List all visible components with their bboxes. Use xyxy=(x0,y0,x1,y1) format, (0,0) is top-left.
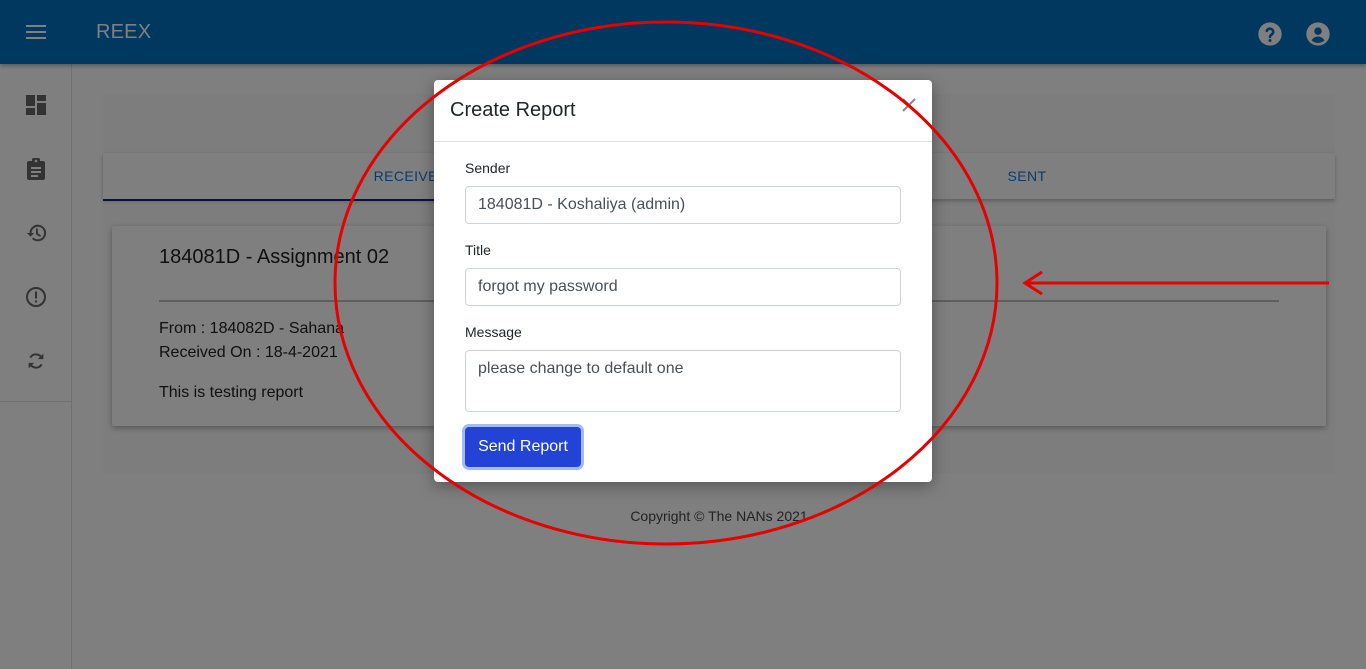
close-icon[interactable] xyxy=(898,94,920,116)
modal-title: Create Report xyxy=(450,99,576,121)
sender-label: Sender xyxy=(465,160,511,176)
send-report-button[interactable]: Send Report xyxy=(465,427,581,467)
sender-field[interactable] xyxy=(465,186,901,224)
message-field[interactable]: please change to default one xyxy=(465,350,901,412)
title-label: Title xyxy=(465,242,491,258)
title-field[interactable] xyxy=(465,268,901,306)
create-report-modal: Create Report Sender Title Message pleas… xyxy=(434,80,932,482)
message-label: Message xyxy=(465,324,522,340)
modal-header: Create Report xyxy=(434,80,932,142)
